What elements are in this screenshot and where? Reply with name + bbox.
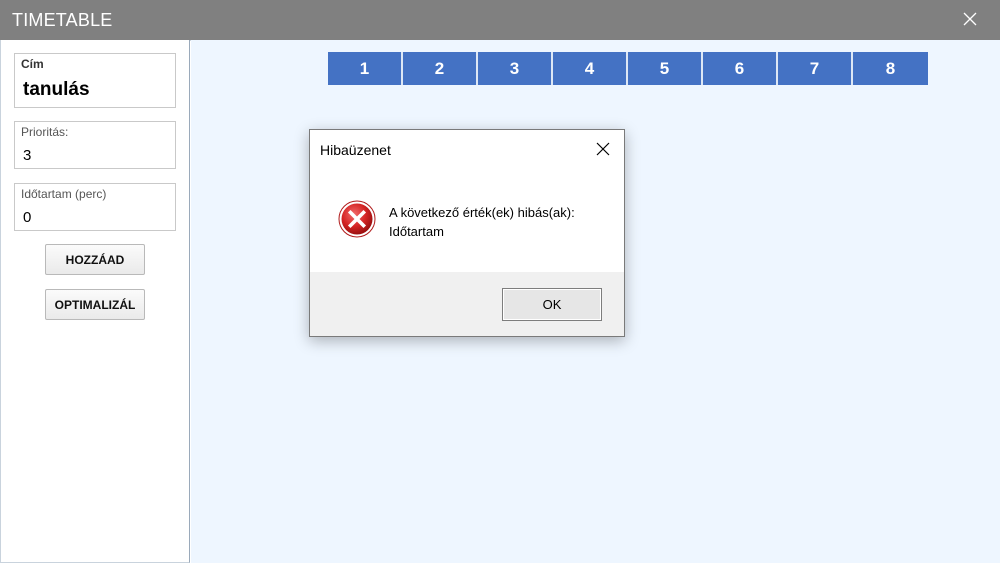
error-dialog: Hibaüzenet A következő érték(ek) hibás(a…: [309, 129, 625, 337]
timetable-slot[interactable]: 6: [703, 52, 778, 85]
title-field-label: Cím: [21, 57, 44, 71]
error-icon: [338, 200, 376, 238]
priority-field-value[interactable]: 3: [23, 147, 31, 164]
duration-field-value[interactable]: 0: [23, 209, 31, 226]
dialog-message-line: A következő érték(ek) hibás(ak):: [389, 205, 575, 220]
timetable-slot[interactable]: 5: [628, 52, 703, 85]
title-field[interactable]: Cím tanulás: [14, 53, 176, 108]
close-icon[interactable]: [962, 11, 978, 27]
timetable-slot[interactable]: 7: [778, 52, 853, 85]
timetable-slot[interactable]: 3: [478, 52, 553, 85]
timetable-slots: 1 2 3 4 5 6 7 8: [328, 52, 928, 85]
timetable-slot[interactable]: 1: [328, 52, 403, 85]
ok-button[interactable]: OK: [502, 288, 602, 321]
duration-field-label: Időtartam (perc): [21, 187, 107, 201]
dialog-message: A következő érték(ek) hibás(ak): Időtart…: [389, 203, 575, 241]
timetable-slot[interactable]: 2: [403, 52, 478, 85]
dialog-footer: OK: [310, 272, 624, 336]
dialog-title: Hibaüzenet: [320, 142, 391, 158]
optimize-button[interactable]: OPTIMALIZÁL: [45, 289, 145, 320]
window-title: TIMETABLE: [12, 10, 113, 30]
dialog-message-field: Időtartam: [389, 224, 444, 239]
priority-field[interactable]: Prioritás: 3: [14, 121, 176, 169]
add-button[interactable]: HOZZÁAD: [45, 244, 145, 275]
duration-field[interactable]: Időtartam (perc) 0: [14, 183, 176, 231]
priority-field-label: Prioritás:: [21, 125, 69, 139]
timetable-slot[interactable]: 4: [553, 52, 628, 85]
dialog-close-icon[interactable]: [596, 142, 610, 156]
timetable-slot[interactable]: 8: [853, 52, 928, 85]
title-bar: TIMETABLE: [0, 0, 1000, 40]
title-field-value[interactable]: tanulás: [23, 79, 90, 101]
